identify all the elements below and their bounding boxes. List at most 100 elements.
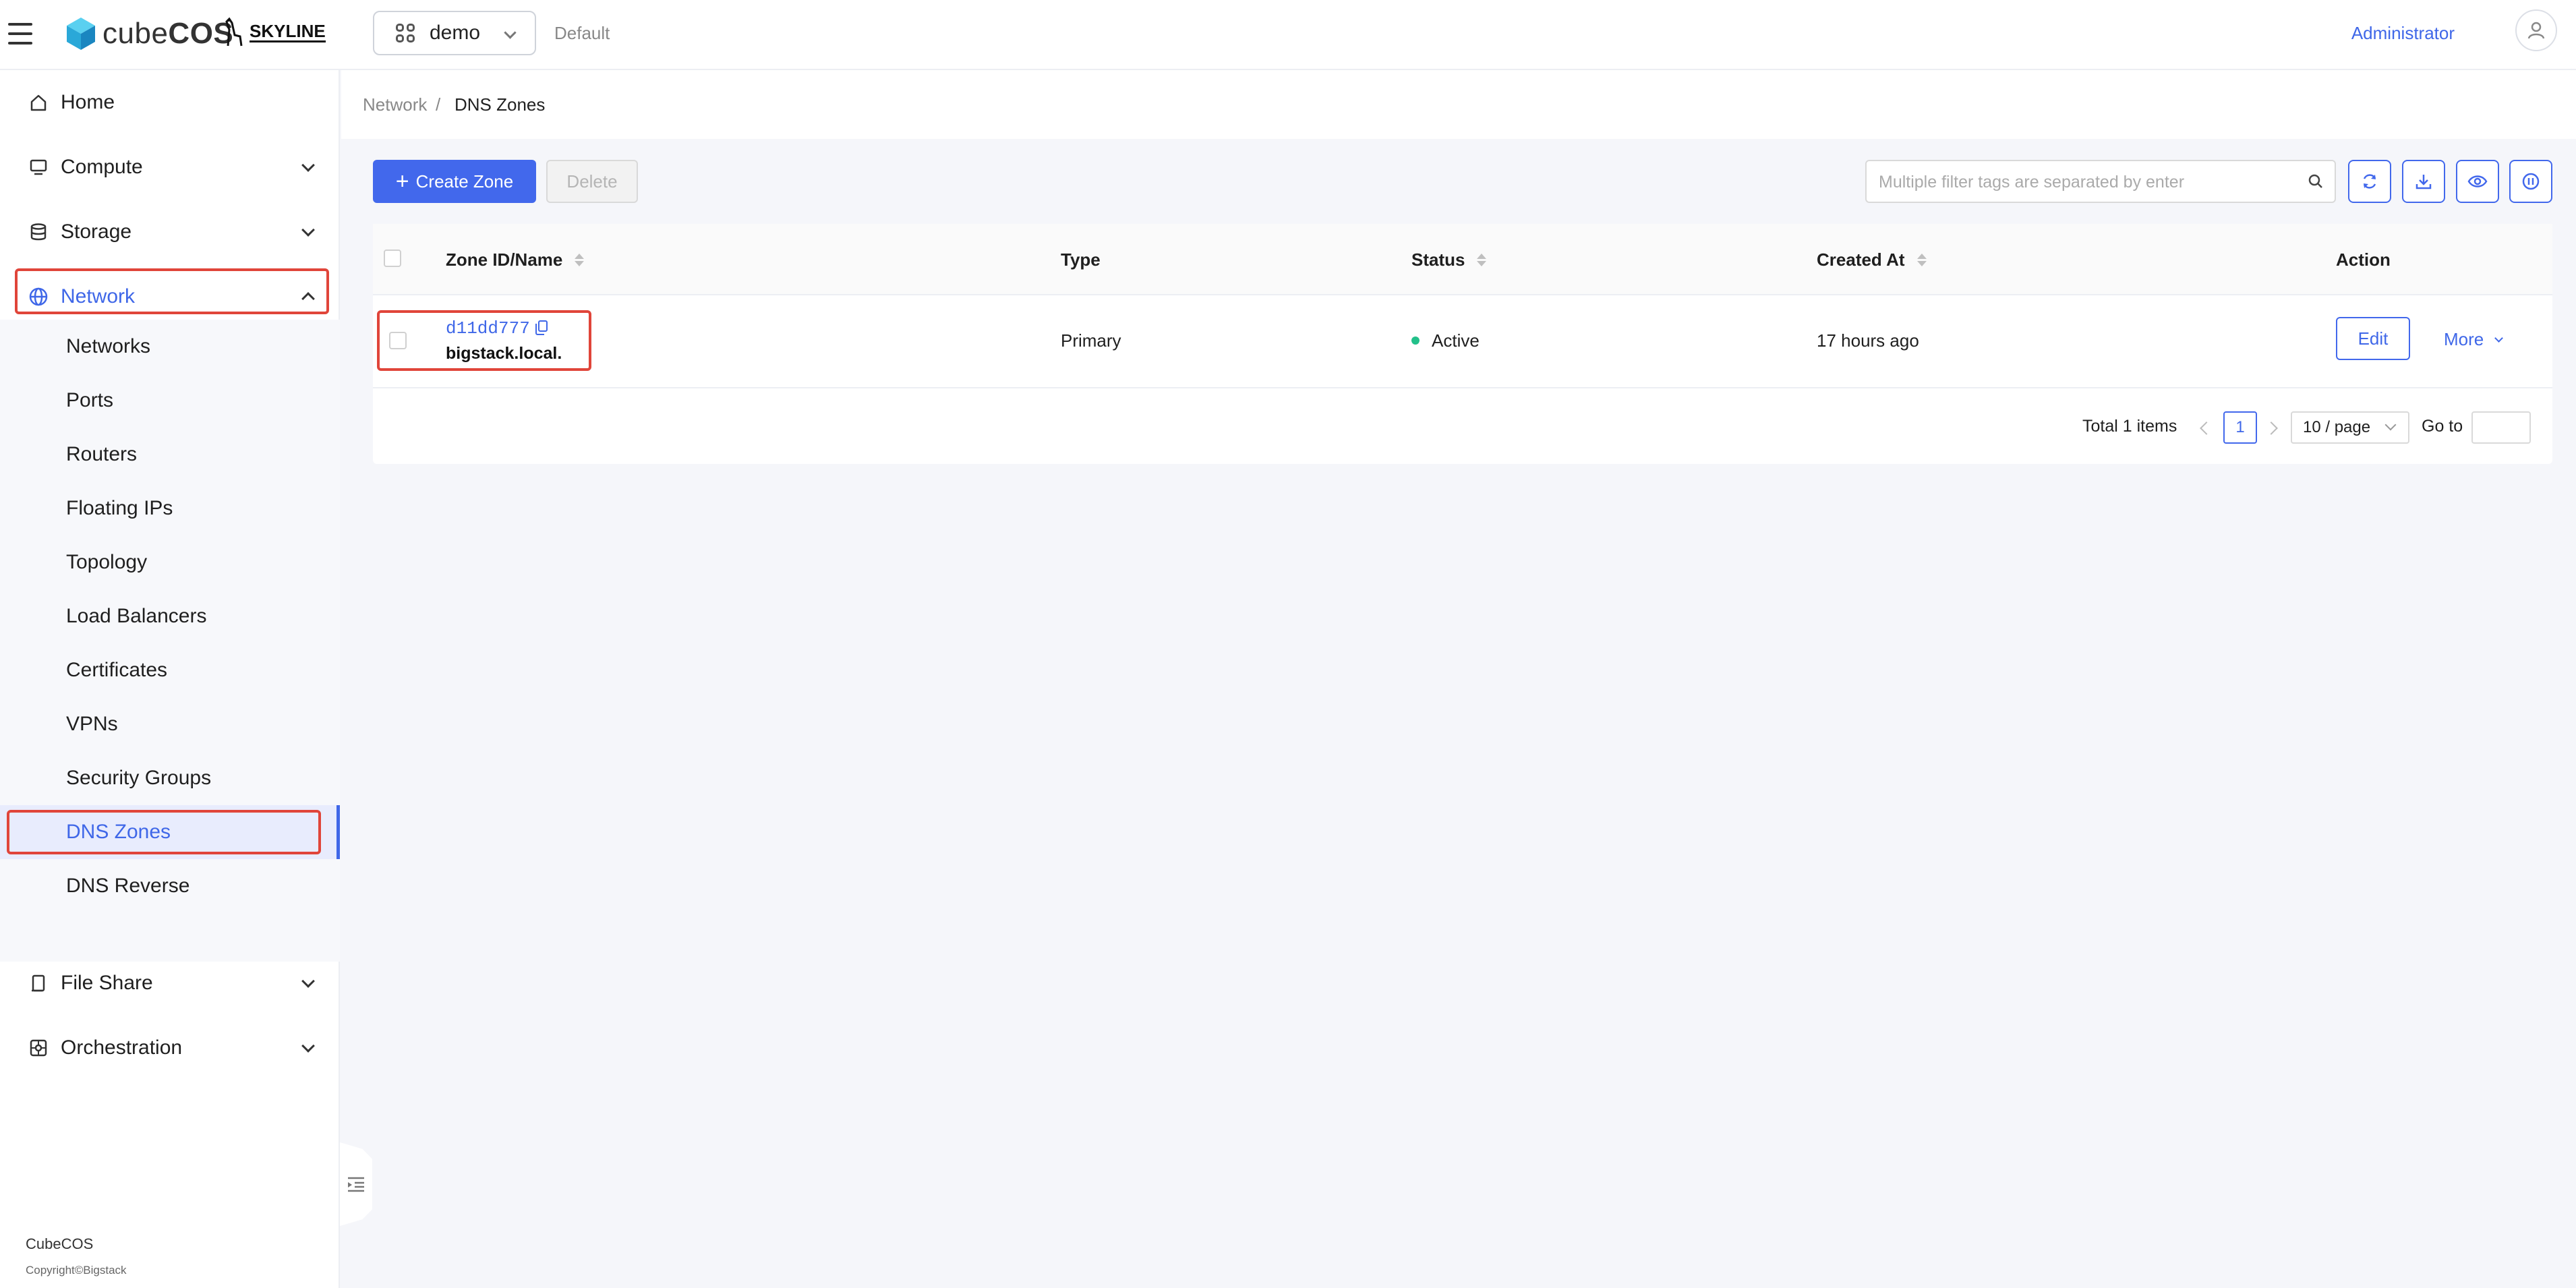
edit-button[interactable]: Edit — [2336, 317, 2410, 360]
select-all-checkbox[interactable] — [384, 250, 401, 267]
refresh-icon — [2363, 174, 2376, 189]
sidebar-item-floating-ips[interactable]: Floating IPs — [0, 481, 340, 535]
prev-page-icon[interactable] — [2200, 421, 2213, 435]
more-label: More — [2444, 329, 2484, 349]
chevron-down-icon — [2494, 333, 2504, 343]
home-icon — [28, 92, 49, 113]
goto-label: Go to — [2422, 417, 2463, 436]
avatar[interactable] — [2515, 9, 2557, 51]
footer-copyright: Copyright©Bigstack — [26, 1264, 127, 1277]
sidebar-item-certificates[interactable]: Certificates — [0, 643, 340, 697]
refresh-button[interactable] — [2348, 160, 2391, 203]
status-text: Active — [1432, 330, 1480, 351]
sidebar-item-load-balancers[interactable]: Load Balancers — [0, 589, 340, 643]
column-header-status[interactable]: Status — [1411, 250, 1487, 270]
breadcrumb-network[interactable]: Network — [363, 94, 427, 115]
zone-name: bigstack.local. — [446, 344, 562, 363]
sort-icon[interactable] — [1477, 254, 1487, 266]
sidebar-item-label: Storage — [61, 221, 132, 243]
sidebar-item-storage[interactable]: Storage — [0, 200, 340, 264]
more-dropdown[interactable]: More — [2444, 329, 2504, 350]
sidebar-collapse-button[interactable] — [340, 1142, 372, 1226]
sidebar-item-label: DNS Zones — [66, 821, 171, 843]
chevron-up-icon — [301, 292, 315, 305]
zone-id-link[interactable]: d11dd777 — [446, 318, 530, 339]
chevron-down-icon — [301, 223, 315, 237]
page-number-button[interactable]: 1 — [2223, 411, 2257, 444]
project-select[interactable]: demo — [373, 11, 536, 55]
total-items: Total 1 items — [2082, 417, 2177, 436]
create-zone-button[interactable]: + Create Zone — [373, 160, 536, 203]
search-input[interactable] — [1877, 161, 2298, 203]
zones-table: Zone ID/Name Type Status Created At Acti… — [373, 224, 2552, 464]
toggle-columns-button[interactable] — [2456, 160, 2499, 203]
sidebar-item-label: Routers — [66, 443, 138, 465]
page-title: DNS Zones — [455, 94, 546, 115]
collapse-menu-icon — [348, 1177, 364, 1192]
chevron-down-icon — [2384, 419, 2397, 431]
sidebar-item-file-share[interactable]: File Share — [0, 951, 340, 1016]
domain-label: Default — [554, 23, 610, 43]
sidebar-item-orchestration[interactable]: Orchestration — [0, 1016, 340, 1080]
sidebar-item-routers[interactable]: Routers — [0, 428, 340, 481]
column-header-zone[interactable]: Zone ID/Name — [446, 250, 585, 270]
sidebar-item-dns-zones[interactable]: DNS Zones — [0, 805, 340, 859]
sidebar-item-compute[interactable]: Compute — [0, 135, 340, 200]
delete-button[interactable]: Delete — [546, 160, 638, 203]
created-at: 17 hours ago — [1817, 330, 1919, 351]
column-header-created[interactable]: Created At — [1817, 250, 1927, 270]
sidebar-item-label: Certificates — [66, 659, 168, 681]
status-badge: Active — [1411, 330, 1480, 351]
eye-icon — [2467, 175, 2488, 187]
row-checkbox[interactable] — [389, 332, 407, 349]
sidebar-item-networks[interactable]: Networks — [0, 320, 340, 374]
page-size-value: 10 / page — [2303, 418, 2371, 436]
sidebar-item-label: Floating IPs — [66, 497, 173, 519]
sidebar-item-label: Orchestration — [61, 1036, 183, 1059]
sidebar-item-label: Network — [61, 285, 136, 308]
goto-page-input[interactable] — [2471, 411, 2531, 444]
download-button[interactable] — [2402, 160, 2445, 203]
next-page-icon[interactable] — [2264, 421, 2278, 435]
user-menu[interactable]: Administrator — [2351, 23, 2455, 44]
file-share-icon — [28, 973, 49, 993]
skyline-logo: SKYLINE — [223, 16, 326, 47]
status-dot-icon — [1411, 336, 1419, 345]
column-header-type: Type — [1061, 250, 1101, 270]
sidebar-item-dns-reverse[interactable]: DNS Reverse — [0, 859, 340, 913]
column-header-label: Action — [2336, 250, 2391, 270]
menu-icon[interactable] — [8, 23, 32, 45]
breadcrumb: Network / DNS Zones — [341, 70, 2576, 139]
sidebar-item-home[interactable]: Home — [0, 70, 340, 135]
user-icon — [2527, 22, 2545, 39]
apps-icon — [396, 24, 415, 42]
page-size-select[interactable]: 10 / page — [2291, 411, 2409, 444]
cube-logo-icon — [67, 18, 95, 50]
sidebar-item-label: Home — [61, 91, 115, 113]
sidebar-item-topology[interactable]: Topology — [0, 535, 340, 589]
column-header-label: Type — [1061, 250, 1101, 270]
chevron-down-icon — [301, 974, 315, 988]
download-icon — [2416, 175, 2432, 189]
monitor-icon — [28, 157, 49, 177]
search-icon[interactable] — [2308, 173, 2324, 189]
orchestration-icon — [28, 1038, 49, 1058]
sort-icon[interactable] — [575, 254, 585, 266]
sidebar: Home Compute Storage Network Networks Po… — [0, 70, 340, 1288]
copy-icon[interactable] — [535, 320, 548, 336]
cubecos-logo: cubeCOS — [65, 16, 233, 51]
sidebar-item-ports[interactable]: Ports — [0, 374, 340, 428]
globe-icon — [28, 287, 49, 307]
sort-icon[interactable] — [1916, 254, 1927, 266]
chevron-down-icon — [301, 1039, 315, 1053]
zone-type: Primary — [1061, 330, 1121, 351]
project-name: demo — [430, 22, 481, 44]
giraffe-icon — [225, 17, 243, 47]
filter-search — [1865, 160, 2336, 203]
table-settings-button[interactable] — [2509, 160, 2552, 203]
chevron-down-icon — [301, 158, 315, 172]
sidebar-item-security-groups[interactable]: Security Groups — [0, 751, 340, 805]
sidebar-item-vpns[interactable]: VPNs — [0, 697, 340, 751]
skyline-text: SKYLINE — [250, 20, 326, 42]
table-header: Zone ID/Name Type Status Created At Acti… — [373, 224, 2552, 295]
